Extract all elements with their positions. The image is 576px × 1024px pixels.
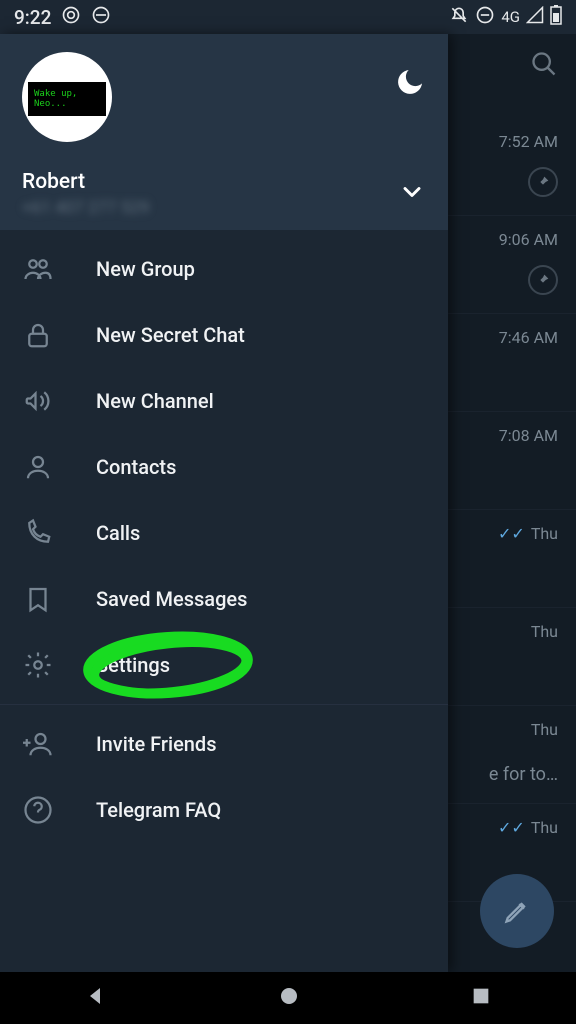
network-label: 4G [501, 8, 520, 26]
status-time: 9:22 [14, 6, 51, 29]
menu-label: New Group [96, 257, 195, 281]
bookmark-icon [22, 583, 54, 615]
do-not-disturb-icon [475, 5, 495, 30]
avatar-text: Wake up, Neo... [28, 82, 106, 116]
menu-settings[interactable]: Settings [0, 632, 448, 698]
drawer-header: Wake up, Neo... Robert +61 407 277 529 [0, 34, 448, 230]
recents-button[interactable] [470, 985, 492, 1011]
avatar[interactable]: Wake up, Neo... [22, 52, 112, 142]
compose-fab[interactable] [480, 874, 554, 948]
menu-new-group[interactable]: New Group [0, 236, 448, 302]
menu-label: New Channel [96, 389, 214, 413]
lock-icon [22, 319, 54, 351]
system-nav-bar [0, 972, 576, 1024]
menu-label: Invite Friends [96, 732, 217, 756]
chat-preview: e for to… [489, 764, 558, 785]
chat-time: 7:52 AM [499, 132, 558, 151]
menu-saved-messages[interactable]: Saved Messages [0, 566, 448, 632]
person-add-icon [22, 728, 54, 760]
menu-new-channel[interactable]: New Channel [0, 368, 448, 434]
account-phone: +61 407 277 529 [22, 198, 149, 218]
navigation-drawer: Wake up, Neo... Robert +61 407 277 529 [0, 34, 448, 972]
read-ticks-icon: ✓✓ [498, 524, 525, 543]
menu-new-secret-chat[interactable]: New Secret Chat [0, 302, 448, 368]
group-icon [22, 253, 54, 285]
chat-time: 7:08 AM [499, 426, 558, 445]
notifications-off-icon [449, 5, 469, 30]
menu-divider [0, 704, 448, 705]
app-indicator-icon [61, 5, 81, 30]
megaphone-icon [22, 385, 54, 417]
drawer-menu: New Group New Secret Chat New Channel Co… [0, 230, 448, 843]
read-ticks-icon: ✓✓ [498, 818, 525, 837]
help-icon [22, 794, 54, 826]
chat-time: 7:46 AM [499, 328, 558, 347]
phone-icon [22, 517, 54, 549]
account-name: Robert [22, 170, 149, 194]
person-icon [22, 451, 54, 483]
gear-icon [22, 649, 54, 681]
menu-calls[interactable]: Calls [0, 500, 448, 566]
menu-contacts[interactable]: Contacts [0, 434, 448, 500]
menu-invite-friends[interactable]: Invite Friends [0, 711, 448, 777]
chevron-down-icon[interactable] [398, 178, 426, 210]
back-button[interactable] [84, 984, 108, 1012]
signal-icon [526, 6, 544, 29]
night-mode-icon[interactable] [394, 66, 426, 102]
status-bar: 9:22 4G [0, 0, 576, 34]
pinned-icon [528, 167, 558, 197]
chat-time: Thu [531, 622, 558, 641]
menu-telegram-faq[interactable]: Telegram FAQ [0, 777, 448, 843]
menu-label: Telegram FAQ [96, 798, 221, 822]
app-indicator-icon-2 [91, 5, 111, 30]
menu-label: Contacts [96, 455, 176, 479]
home-button[interactable] [277, 984, 301, 1012]
search-icon[interactable] [530, 50, 558, 82]
menu-label: Saved Messages [96, 587, 247, 611]
menu-label: Calls [96, 521, 140, 545]
chat-time: Thu [531, 818, 558, 837]
menu-label: New Secret Chat [96, 323, 245, 347]
chat-time: Thu [531, 720, 558, 739]
battery-icon [550, 5, 562, 30]
chat-time: Thu [531, 524, 558, 543]
pinned-icon [528, 265, 558, 295]
chat-time: 9:06 AM [499, 230, 558, 249]
menu-label: Settings [96, 653, 170, 677]
